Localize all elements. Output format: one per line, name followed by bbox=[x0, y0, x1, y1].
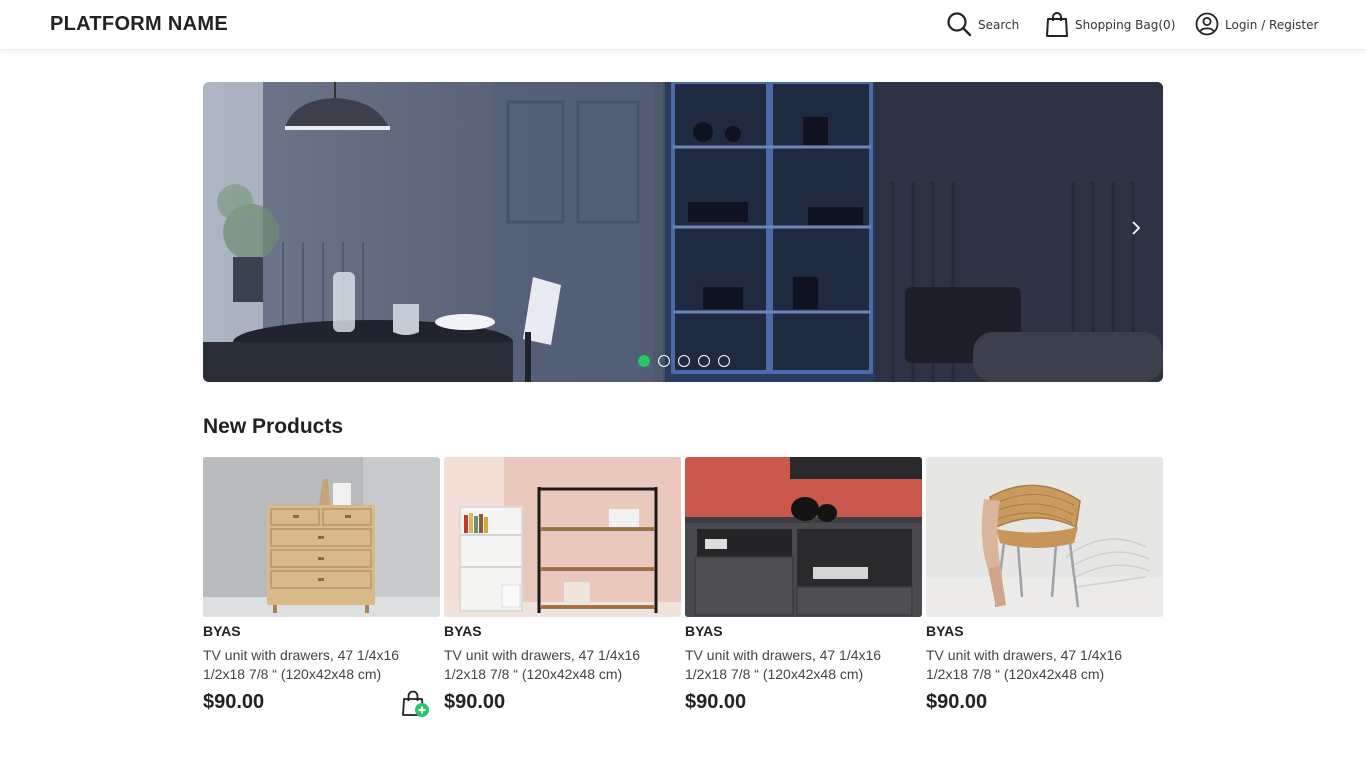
product-brand: BYAS bbox=[926, 623, 964, 639]
product-grid: BYAS TV unit with drawers, 47 1/4x16 1/2… bbox=[203, 457, 1163, 727]
product-image-tv-unit[interactable] bbox=[685, 457, 922, 617]
product-description[interactable]: TV unit with drawers, 47 1/4x16 1/2x18 7… bbox=[685, 646, 922, 684]
product-card[interactable]: BYAS TV unit with drawers, 47 1/4x16 1/2… bbox=[926, 457, 1163, 722]
product-description[interactable]: TV unit with drawers, 47 1/4x16 1/2x18 7… bbox=[444, 646, 681, 684]
product-brand: BYAS bbox=[444, 623, 482, 639]
carousel-dot-3[interactable] bbox=[678, 355, 690, 367]
carousel-next-button[interactable] bbox=[1131, 220, 1153, 244]
product-card[interactable]: BYAS TV unit with drawers, 47 1/4x16 1/2… bbox=[444, 457, 681, 722]
product-price: $90.00 bbox=[444, 691, 506, 713]
product-description[interactable]: TV unit with drawers, 47 1/4x16 1/2x18 7… bbox=[926, 646, 1163, 684]
hero-carousel bbox=[203, 82, 1163, 382]
user-icon bbox=[1195, 12, 1219, 39]
product-image-shelving-units[interactable] bbox=[444, 457, 681, 617]
product-card[interactable]: BYAS TV unit with drawers, 47 1/4x16 1/2… bbox=[203, 457, 440, 722]
product-brand: BYAS bbox=[685, 623, 723, 639]
carousel-dot-2[interactable] bbox=[658, 355, 670, 367]
carousel-dot-5[interactable] bbox=[718, 355, 730, 367]
add-to-bag-icon bbox=[402, 690, 432, 723]
shopping-bag-label: Shopping Bag(0) bbox=[1075, 18, 1176, 32]
shopping-bag-button[interactable]: Shopping Bag(0) bbox=[1045, 0, 1175, 50]
add-to-bag-button[interactable] bbox=[402, 689, 432, 719]
product-description[interactable]: TV unit with drawers, 47 1/4x16 1/2x18 7… bbox=[203, 646, 440, 684]
hero-slide-image bbox=[203, 82, 1163, 382]
login-register-label: Login / Register bbox=[1225, 18, 1319, 32]
carousel-pagination bbox=[638, 355, 730, 367]
product-brand: BYAS bbox=[203, 623, 241, 639]
platform-logo[interactable]: PLATFORM NAME bbox=[50, 13, 228, 36]
search-label: Search bbox=[978, 18, 1020, 32]
product-card[interactable]: BYAS TV unit with drawers, 47 1/4x16 1/2… bbox=[685, 457, 922, 722]
product-price: $90.00 bbox=[926, 691, 988, 713]
section-title-new-products: New Products bbox=[203, 415, 344, 438]
product-image-chest-of-drawers[interactable] bbox=[203, 457, 440, 617]
product-price: $90.00 bbox=[203, 691, 265, 713]
product-price: $90.00 bbox=[685, 691, 747, 713]
search-icon bbox=[946, 11, 972, 40]
carousel-dot-4[interactable] bbox=[698, 355, 710, 367]
top-header: PLATFORM NAME Search Shopping Bag(0) Log… bbox=[0, 0, 1366, 50]
shopping-bag-icon bbox=[1045, 11, 1069, 40]
search-button[interactable]: Search bbox=[946, 0, 1019, 50]
carousel-dot-1[interactable] bbox=[638, 355, 650, 367]
login-register-link[interactable]: Login / Register bbox=[1195, 0, 1318, 50]
product-image-rattan-chair[interactable] bbox=[926, 457, 1163, 617]
